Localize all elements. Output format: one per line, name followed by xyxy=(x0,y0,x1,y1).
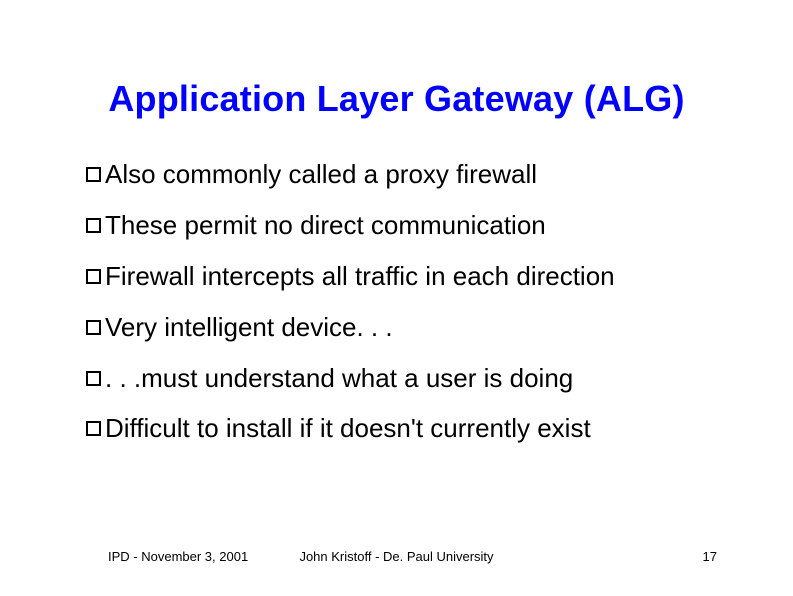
bullet-text: . . .must understand what a user is doin… xyxy=(105,364,733,394)
bullet-marker-icon xyxy=(86,269,101,284)
footer-author: John Kristoff - De. Paul University xyxy=(0,549,793,564)
bullet-marker-icon xyxy=(86,218,101,233)
slide-footer: IPD - November 3, 2001 John Kristoff - D… xyxy=(0,544,793,564)
bullet-item: . . .must understand what a user is doin… xyxy=(86,364,733,394)
bullet-item: Very intelligent device. . . xyxy=(86,313,733,343)
footer-page-number: 17 xyxy=(703,549,717,564)
bullet-marker-icon xyxy=(86,167,101,182)
slide-title: Application Layer Gateway (ALG) xyxy=(0,78,793,120)
bullet-marker-icon xyxy=(86,421,101,436)
bullet-text: Difficult to install if it doesn't curre… xyxy=(105,414,733,444)
bullet-text: Very intelligent device. . . xyxy=(105,313,733,343)
slide: Application Layer Gateway (ALG) Also com… xyxy=(0,0,793,596)
bullet-marker-icon xyxy=(86,371,101,386)
bullet-text: Firewall intercepts all traffic in each … xyxy=(105,262,733,292)
bullet-item: Difficult to install if it doesn't curre… xyxy=(86,414,733,444)
bullet-marker-icon xyxy=(86,320,101,335)
bullet-text: These permit no direct communication xyxy=(105,211,733,241)
bullet-item: Also commonly called a proxy firewall xyxy=(86,160,733,190)
bullet-item: These permit no direct communication xyxy=(86,211,733,241)
bullet-item: Firewall intercepts all traffic in each … xyxy=(86,262,733,292)
slide-body: Also commonly called a proxy firewall Th… xyxy=(86,160,733,465)
bullet-text: Also commonly called a proxy firewall xyxy=(105,160,733,190)
